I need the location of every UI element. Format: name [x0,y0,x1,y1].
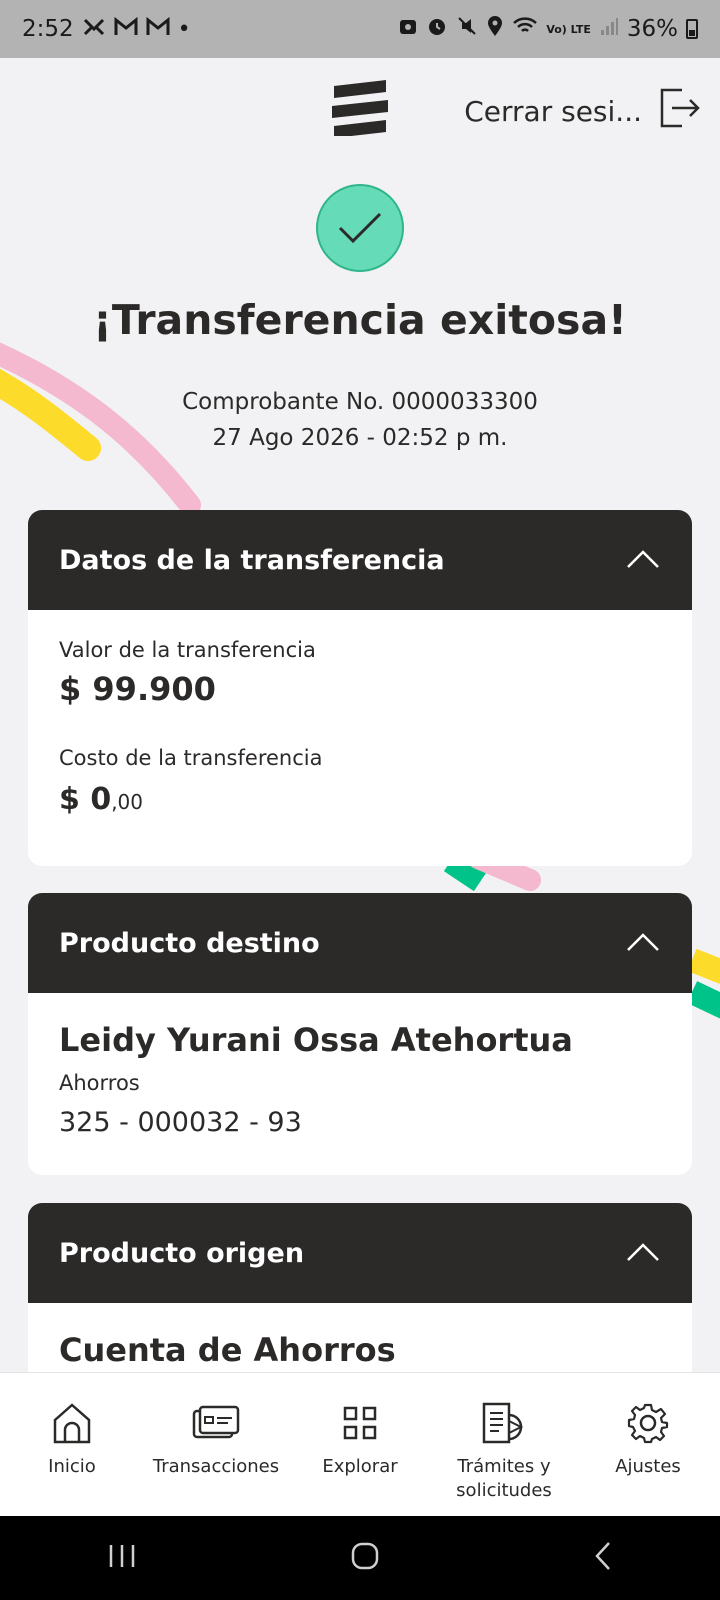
origin-product-header[interactable]: Producto origen [28,1203,692,1303]
gmail-icon [146,16,170,42]
transfer-cost-label: Costo de la transferencia [59,746,323,770]
transfer-data-card: Datos de la transferencia Valor de la tr… [28,510,692,866]
signal-icon [599,16,619,42]
mute-icon [456,15,478,43]
destination-name: Leidy Yurani Ossa Atehortua [59,1021,573,1059]
card-title: Producto origen [59,1237,305,1269]
nav-label: Trámites y solicitudes [456,1456,552,1501]
app-header: Cerrar sesi... [0,58,720,158]
chevron-up-icon[interactable] [626,545,660,576]
wifi-icon [512,16,538,42]
logout-icon [658,86,702,137]
back-icon[interactable] [593,1541,613,1575]
battery-icon [686,19,698,39]
card-icon [192,1401,240,1445]
bank-logo [330,80,390,140]
system-nav-bar [0,1516,720,1600]
card-title: Datos de la transferencia [59,544,445,576]
home-button-icon[interactable] [350,1541,380,1575]
receipt-info: Comprobante No. 0000033300 27 Ago 2026 -… [0,384,720,456]
receipt-datetime: 27 Ago 2026 - 02:52 p m. [212,425,508,451]
vpn-icon [398,16,418,42]
nav-label: Explorar [322,1456,398,1477]
logout-button[interactable]: Cerrar sesi... [464,86,702,137]
nav-item-transacciones[interactable]: Transacciones [144,1401,288,1479]
gear-icon [627,1401,669,1445]
transfer-cost-decimals: ,00 [111,790,144,814]
receipt-number: Comprobante No. 0000033300 [182,389,538,415]
status-time: 2:52 [22,16,74,42]
bottom-nav: Inicio Transacciones Explorar Trámites y… [0,1372,720,1516]
destination-product-header[interactable]: Producto destino [28,893,692,993]
destination-product-card: Producto destino Leidy Yurani Ossa Ateho… [28,893,692,1175]
nav-item-ajustes[interactable]: Ajustes [576,1401,720,1479]
status-bar: 2:52 • Vo) LTE 36% [0,0,720,58]
chevron-up-icon[interactable] [626,1238,660,1269]
nav-label: Transacciones [152,1456,280,1477]
status-right: Vo) LTE 36% [398,15,698,43]
alarm-icon [426,15,448,43]
logout-label: Cerrar sesi... [464,95,642,128]
transfer-value: $ 99.900 [59,670,216,708]
transfer-data-header[interactable]: Datos de la transferencia [28,510,692,610]
home-icon [52,1401,92,1445]
gmail-icon [114,16,138,42]
origin-name: Cuenta de Ahorros [59,1331,396,1369]
transfer-data-body: Valor de la transferencia $ 99.900 Costo… [28,610,692,845]
location-icon [486,15,504,43]
nav-label: Inicio [48,1456,96,1477]
nav-item-inicio[interactable]: Inicio [0,1401,144,1479]
destination-account-number: 325 - 000032 - 93 [59,1107,302,1138]
destination-account-type: Ahorros [59,1071,140,1095]
document-icon [481,1401,527,1445]
transfer-value-label: Valor de la transferencia [59,638,316,662]
status-left: 2:52 • [22,16,191,42]
nav-item-explorar[interactable]: Explorar [288,1401,432,1479]
destination-product-body: Leidy Yurani Ossa Atehortua Ahorros 325 … [28,993,692,1166]
battery-percent: 36% [626,16,678,42]
success-title: ¡Transferencia exitosa! [93,296,627,344]
lte-label: Vo) LTE [546,22,591,36]
card-title: Producto destino [59,927,320,959]
nav-item-tramites[interactable]: Trámites y solicitudes [432,1401,576,1503]
chevron-up-icon[interactable] [626,928,660,959]
nav-label: Ajustes [615,1456,681,1477]
transfer-cost-main: $ 0 [59,782,112,817]
success-check-icon [316,184,404,272]
grid-icon [342,1401,378,1445]
dot-icon: • [177,16,191,42]
transfer-cost: $ 0,00 [59,782,661,817]
notification-icon [82,17,106,42]
recent-apps-icon[interactable] [107,1543,137,1573]
